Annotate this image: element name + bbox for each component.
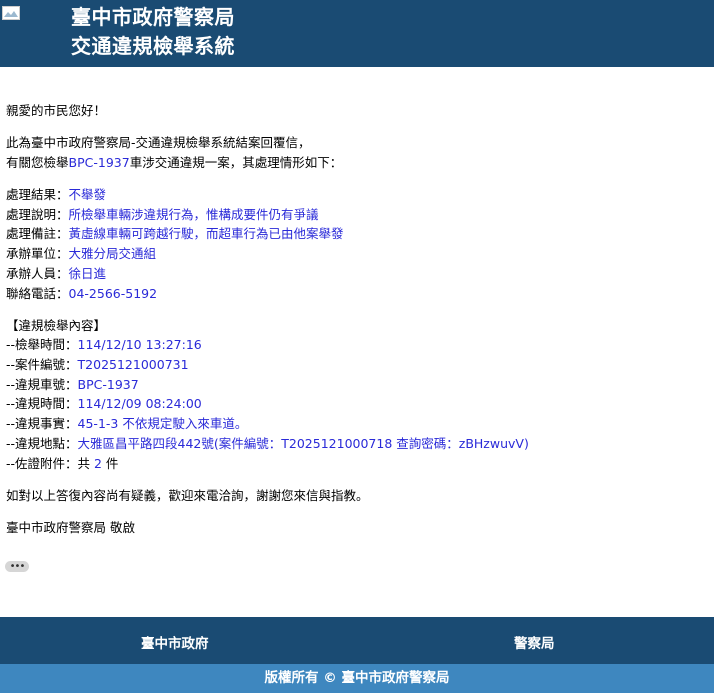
intro-prefix: 有關您檢舉 — [6, 154, 69, 170]
greeting: 親愛的市民您好！ — [6, 103, 107, 118]
result-row-remark: 處理備註：黃虛線車輛可跨越行駛，而超車行為已由他案舉發 — [6, 224, 706, 244]
field-label: --違規車號： — [6, 376, 78, 392]
field-label: 聯絡電話： — [6, 285, 69, 301]
field-label: --檢舉時間： — [6, 337, 78, 353]
field-value: 04-2566-5192 — [68, 285, 158, 301]
field-label: --違規時間： — [6, 396, 78, 412]
attachments-count: 2 — [94, 455, 102, 471]
email-body: 親愛的市民您好！ 此為臺中市政府警察局-交通違規檢舉系統結案回覆信， 有關您檢舉… — [6, 101, 706, 538]
field-label: --違規地點： — [6, 435, 78, 451]
report-row-violation-time: --違規時間：114/12/09 08:24:00 — [6, 394, 706, 414]
result-row-outcome: 處理結果：不舉發 — [6, 185, 706, 205]
intro-line-2: 有關您檢舉BPC-1937車涉交通違規一案，其處理情形如下： — [6, 153, 706, 173]
field-value: 黃虛線車輛可跨越行駛，而超車行為已由他案舉發 — [68, 226, 344, 242]
field-value: 徐日進 — [68, 265, 107, 281]
report-row-plate: --違規車號：BPC-1937 — [6, 375, 706, 395]
field-value: BPC-1937 — [77, 376, 139, 392]
field-label: 承辦單位： — [6, 246, 69, 262]
field-value: 114/12/09 08:24:00 — [77, 396, 202, 412]
header-bar: 臺中市政府警察局 交通違規檢舉系統 — [0, 0, 714, 67]
field-label: 處理說明： — [6, 206, 69, 222]
result-row-explanation: 處理說明：所檢舉車輛涉違規行為，惟構成要件仍有爭議 — [6, 205, 706, 225]
footer-link-city-government[interactable]: 臺中市政府 — [141, 632, 209, 652]
report-row-report-time: --檢舉時間：114/12/10 13:27:16 — [6, 335, 706, 355]
report-row-case-number: --案件編號：T2025121000731 — [6, 355, 706, 375]
show-trimmed-content-button[interactable]: ••• — [5, 561, 29, 572]
site-subtitle: 交通違規檢舉系統 — [71, 34, 235, 58]
footer-nav: 臺中市政府 警察局 — [0, 617, 714, 664]
report-row-attachments: --佐證附件：共 2 件 — [6, 454, 706, 474]
result-row-officer: 承辦人員：徐日進 — [6, 264, 706, 284]
closing-text: 如對以上答復內容尚有疑義，歡迎來電洽詢，謝謝您來信與指教。 — [6, 487, 369, 503]
field-label: 處理結果： — [6, 187, 69, 203]
field-value: 所檢舉車輛涉違規行為，惟構成要件仍有爭議 — [68, 206, 319, 222]
field-label: --佐證附件：共 — [6, 455, 94, 471]
report-row-location: --違規地點：大雅區昌平路四段442號(案件編號：T2025121000718 … — [6, 434, 706, 454]
site-title: 臺中市政府警察局 — [71, 5, 235, 29]
signature: 臺中市政府警察局 敬啟 — [6, 519, 135, 535]
field-label: 處理備註： — [6, 226, 69, 242]
field-label: --案件編號： — [6, 357, 78, 373]
field-value: T2025121000731 — [77, 357, 189, 373]
copyright-bar: 版權所有 © 臺中市政府警察局 — [0, 664, 714, 693]
broken-image-icon — [2, 6, 20, 20]
field-value: 大雅區昌平路四段442號(案件編號：T2025121000718 查詢密碼：zB… — [77, 435, 529, 451]
field-label: 承辦人員： — [6, 265, 69, 281]
field-value: 45-1-3 不依規定駛入來車道。 — [77, 416, 248, 432]
intro-suffix: 車涉交通違規一案，其處理情形如下： — [129, 154, 343, 170]
result-row-phone: 聯絡電話：04-2566-5192 — [6, 284, 706, 304]
result-row-unit: 承辦單位：大雅分局交通組 — [6, 244, 706, 264]
field-value: 大雅分局交通組 — [68, 246, 157, 262]
field-label: --違規事實： — [6, 416, 78, 432]
intro-plate: BPC-1937 — [68, 154, 130, 170]
report-heading: 【違規檢舉內容】 — [6, 317, 107, 333]
footer-link-police-bureau[interactable]: 警察局 — [514, 632, 555, 652]
field-value: 不舉發 — [68, 187, 107, 203]
report-row-violation-fact: --違規事實：45-1-3 不依規定駛入來車道。 — [6, 414, 706, 434]
intro-line-1: 此為臺中市政府警察局-交通違規檢舉系統結案回覆信， — [6, 135, 311, 151]
field-value: 114/12/10 13:27:16 — [77, 337, 202, 353]
attachments-unit: 件 — [101, 455, 119, 471]
